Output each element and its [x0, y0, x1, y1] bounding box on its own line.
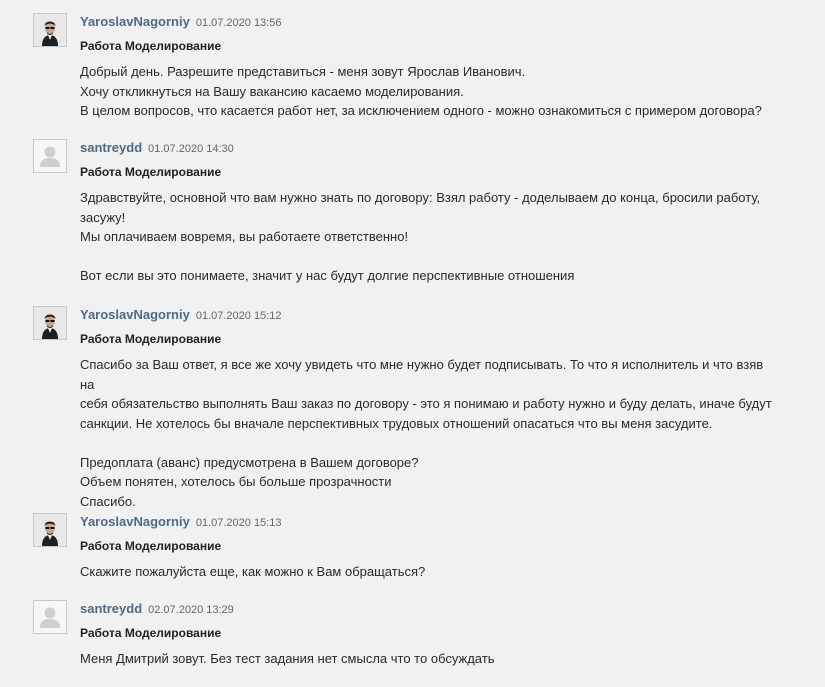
message-line: Предоплата (аванс) предусмотрена в Вашем… — [80, 454, 419, 470]
author-link[interactable]: YaroslavNagorniy — [80, 307, 190, 322]
message-line: себя обязательство выполнять Ваш заказ п… — [80, 396, 772, 411]
message-line: Хочу откликнуться на Вашу вакансию касае… — [80, 83, 464, 99]
author-link[interactable]: YaroslavNagorniy — [80, 514, 190, 529]
message-line: Спасибо. — [80, 493, 136, 509]
message-date: 01.07.2020 13:56 — [195, 17, 282, 29]
photo-avatar-icon — [34, 514, 66, 546]
default-user-icon — [34, 140, 66, 172]
message-line: санкции. Не хотелось бы вначале перспект… — [80, 415, 713, 431]
message-subject: Работа Моделирование — [80, 539, 222, 553]
message-line: Спасибо за Ваш ответ, я все же хочу увид… — [80, 357, 764, 392]
user-avatar[interactable] — [33, 13, 67, 47]
message-body: Добрый день. Разрешите представиться - м… — [80, 62, 780, 121]
message-header: YaroslavNagorniy 01.07.2020 15:13 — [80, 513, 281, 531]
user-avatar[interactable] — [33, 139, 67, 173]
message-date: 02.07.2020 13:29 — [148, 604, 234, 616]
message-body: Скажите пожалуйста еще, как можно к Вам … — [80, 562, 780, 582]
message-header: santreydd 01.07.2020 14:30 — [80, 139, 234, 157]
user-avatar[interactable] — [33, 600, 67, 634]
message-subject: Работа Моделирование — [80, 165, 222, 179]
message-header: YaroslavNagorniy 01.07.2020 13:56 — [80, 13, 281, 31]
message-line: В целом вопросов, что касается работ нет… — [80, 103, 762, 118]
message-date: 01.07.2020 14:30 — [148, 143, 234, 155]
author-link[interactable]: santreydd — [80, 601, 142, 616]
message-subject: Работа Моделирование — [80, 626, 222, 640]
message-subject: Работа Моделирование — [80, 39, 222, 53]
message-line: засужу! — [80, 209, 126, 225]
message-body: Спасибо за Ваш ответ, я все же хочу увид… — [80, 355, 780, 511]
photo-avatar-icon — [34, 307, 66, 339]
message-body: Здравствуйте, основной что вам нужно зна… — [80, 188, 780, 286]
message-line: Мы оплачиваем вовремя, вы работаете отве… — [80, 229, 409, 244]
message-line: Вот если вы это понимаете, значит у нас … — [80, 268, 575, 283]
message-line: Здравствуйте, основной что вам нужно зна… — [80, 190, 761, 205]
message-header: santreydd 02.07.2020 13:29 — [80, 600, 234, 618]
message-header: YaroslavNagorniy 01.07.2020 15:12 — [80, 306, 281, 324]
author-link[interactable]: santreydd — [80, 140, 142, 155]
message-date: 01.07.2020 15:12 — [195, 310, 282, 322]
message-body: Меня Дмитрий зовут. Без тест задания нет… — [80, 649, 780, 669]
message-thread: YaroslavNagorniy 01.07.2020 13:56 Работа … — [0, 0, 825, 687]
default-user-icon — [34, 601, 66, 633]
user-avatar[interactable] — [33, 513, 67, 547]
author-link[interactable]: YaroslavNagorniy — [80, 14, 190, 29]
message-line: Добрый день. Разрешите представиться - м… — [80, 64, 526, 79]
message-subject: Работа Моделирование — [80, 332, 222, 346]
message-line: Скажите пожалуйста еще, как можно к Вам … — [80, 564, 426, 579]
message-date: 01.07.2020 15:13 — [195, 517, 282, 529]
message-line: Меня Дмитрий зовут. Без тест задания нет… — [80, 651, 495, 666]
user-avatar[interactable] — [33, 306, 67, 340]
photo-avatar-icon — [34, 14, 66, 46]
message-line: Объем понятен, хотелось бы больше прозра… — [80, 474, 392, 489]
